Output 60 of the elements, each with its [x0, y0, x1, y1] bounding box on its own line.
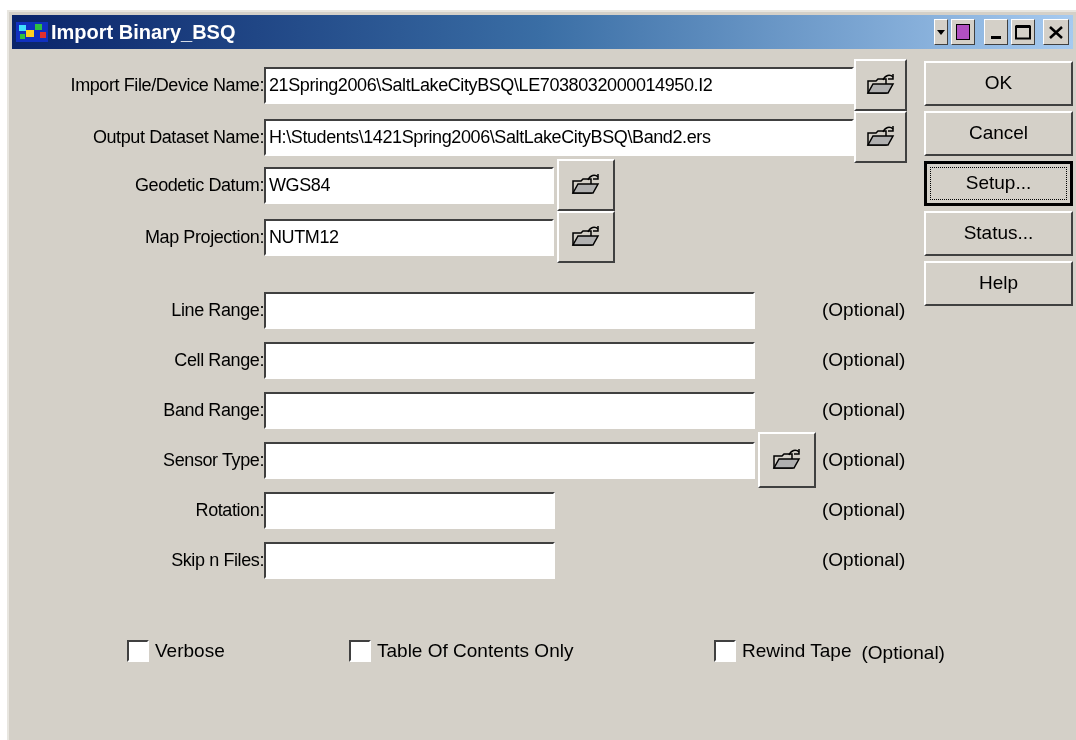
dialog-button[interactable]: Help [924, 261, 1073, 306]
field-label: Band Range: [163, 398, 264, 422]
optional-note: (Optional) [822, 547, 906, 572]
caret-icon [937, 29, 945, 35]
dialog-button[interactable]: Status... [924, 211, 1073, 256]
field-label: Import File/Device Name: [70, 73, 264, 97]
text-field[interactable]: 21Spring2006\SaltLakeCityBSQ\LE7038032000014950.I2 [264, 66, 854, 104]
field-label: Sensor Type: [163, 448, 264, 472]
close-icon [1049, 25, 1063, 39]
browse-button[interactable] [758, 432, 816, 488]
maximize-button[interactable] [1011, 19, 1035, 45]
minimize-button[interactable] [984, 19, 1008, 45]
text-field[interactable] [264, 291, 755, 329]
optional-note: (Optional) [822, 497, 906, 522]
field-label: Rotation: [195, 498, 264, 522]
app-icon [16, 22, 48, 42]
text-field[interactable] [264, 441, 755, 479]
checkbox-label[interactable]: Table Of Contents Only [377, 637, 574, 666]
text-field[interactable] [264, 341, 755, 379]
field-label: Output Dataset Name: [92, 125, 264, 149]
checkbox[interactable] [349, 640, 371, 663]
field-label: Skip n Files: [171, 548, 264, 572]
optional-note: (Optional) [822, 397, 906, 422]
open-folder-icon [571, 173, 601, 197]
text-field[interactable]: H:\Students\1421Spring2006\SaltLakeCityBSQ\Band2.ers [264, 118, 854, 156]
dialog-button[interactable]: OK [924, 61, 1073, 106]
field-label: Map Projection: [144, 225, 264, 249]
field-label: Geodetic Datum: [134, 173, 264, 197]
browse-button[interactable] [854, 111, 907, 163]
text-field[interactable]: NUTM12 [264, 218, 554, 256]
checkbox-label[interactable]: Verbose [155, 637, 225, 666]
open-folder-icon [772, 448, 802, 472]
open-folder-icon [865, 73, 896, 97]
browse-button[interactable] [557, 211, 615, 263]
checkbox-label[interactable]: Rewind Tape [742, 637, 852, 666]
maximize-icon [1015, 24, 1031, 40]
square-icon [956, 24, 970, 40]
dialog-button[interactable]: Cancel [924, 111, 1073, 156]
checkbox[interactable] [127, 640, 149, 663]
text-field[interactable] [264, 541, 555, 579]
field-label: Cell Range: [174, 348, 264, 372]
dropdown-button[interactable] [934, 19, 948, 45]
window-menu-button[interactable] [951, 19, 975, 45]
field-label: Line Range: [171, 298, 264, 322]
open-folder-icon [865, 125, 896, 149]
optional-note: (Optional) [822, 447, 906, 472]
optional-note: (Optional) [822, 297, 906, 322]
window-title: Import Binary_BSQ [51, 20, 236, 45]
open-folder-icon [571, 225, 601, 249]
optional-note: (Optional) [822, 347, 906, 372]
text-field[interactable] [264, 491, 555, 529]
browse-button[interactable] [557, 159, 615, 211]
checkbox[interactable] [714, 640, 736, 663]
text-field[interactable]: WGS84 [264, 166, 554, 204]
optional-note: (Optional) [861, 641, 945, 665]
dialog-button[interactable]: Setup... [924, 161, 1073, 206]
browse-button[interactable] [854, 59, 907, 111]
close-button[interactable] [1043, 19, 1069, 45]
text-field[interactable] [264, 391, 755, 429]
minimize-icon [991, 36, 1001, 39]
